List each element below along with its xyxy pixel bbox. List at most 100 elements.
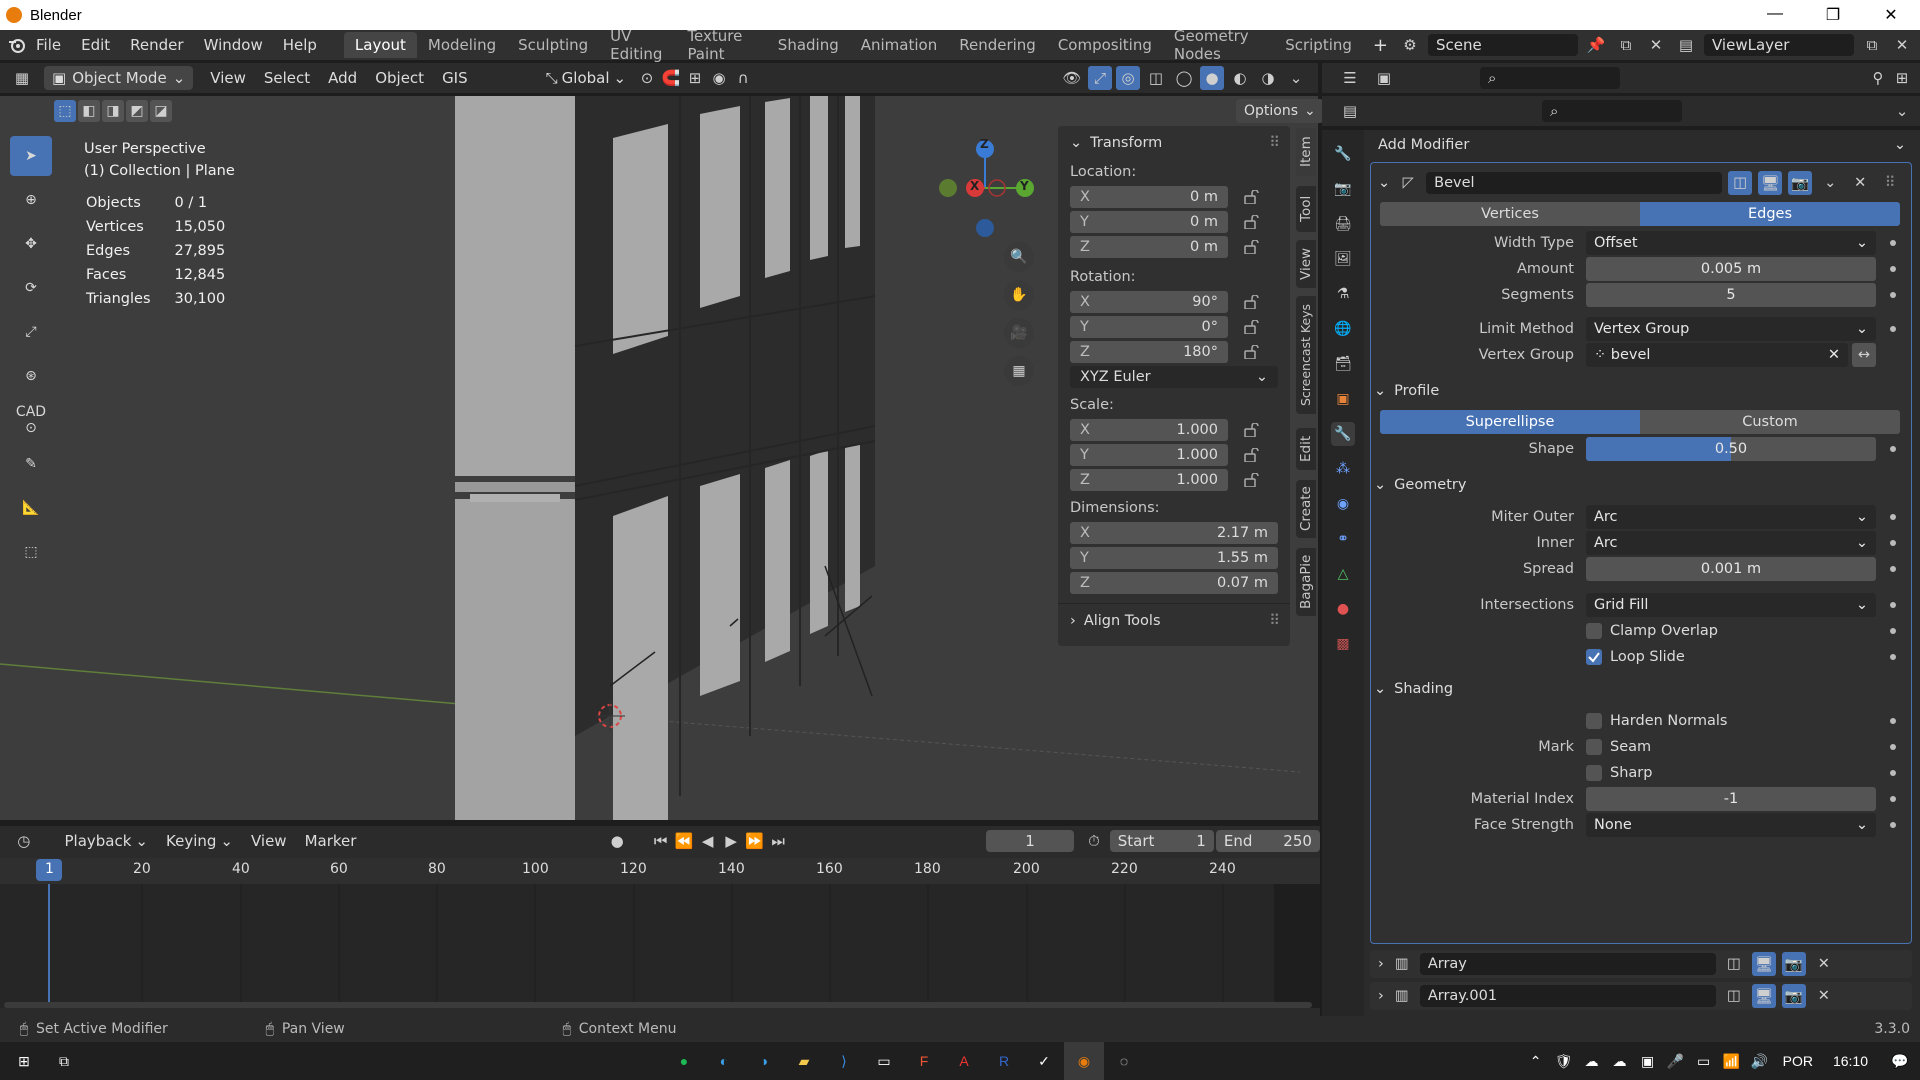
lock-icon[interactable] bbox=[1244, 447, 1260, 462]
drag-handle-icon[interactable]: ⠿ bbox=[1269, 135, 1290, 151]
tab-sculpting[interactable]: Sculpting bbox=[507, 32, 599, 58]
profile-section-header[interactable]: ⌄ Profile bbox=[1374, 376, 1910, 406]
lock-icon[interactable] bbox=[1244, 214, 1260, 229]
scale-y-field[interactable]: Y 1.000 bbox=[1070, 444, 1228, 466]
keyframe-dot-icon[interactable] bbox=[1890, 628, 1896, 634]
modifier-name-input[interactable]: Bevel bbox=[1426, 172, 1723, 194]
record-icon[interactable]: ● bbox=[605, 829, 628, 853]
play-icon[interactable]: ▶ bbox=[719, 829, 742, 853]
shading-options-icon[interactable]: ⌄ bbox=[1284, 66, 1308, 90]
falloff-icon[interactable]: ∩ bbox=[731, 66, 755, 90]
rotate-tool[interactable]: ⟳ bbox=[10, 268, 52, 308]
realtime-toggle-icon[interactable]: 🖥 bbox=[1751, 952, 1776, 976]
material-icon[interactable]: ● bbox=[1331, 597, 1355, 621]
tab-bagapie[interactable]: BagaPie bbox=[1296, 548, 1316, 616]
task-view-icon[interactable]: ⧉ bbox=[44, 1042, 84, 1080]
object-icon[interactable]: ▣ bbox=[1331, 387, 1355, 411]
lock-icon[interactable] bbox=[1244, 472, 1260, 487]
orientation-dropdown[interactable]: ⤡ Global ⌄ bbox=[537, 69, 635, 87]
harden-normals-checkbox[interactable]: Harden Normals bbox=[1586, 713, 1876, 729]
transform-tool[interactable]: ⊛ bbox=[10, 356, 52, 396]
tab-shading[interactable]: Shading bbox=[767, 32, 850, 58]
menu-view[interactable]: View bbox=[201, 69, 255, 87]
mark-seam-checkbox[interactable]: Seam bbox=[1586, 739, 1876, 755]
new-viewlayer-icon[interactable]: ⧉ bbox=[1860, 33, 1884, 57]
keyframe-dot-icon[interactable] bbox=[1890, 326, 1896, 332]
particles-icon[interactable]: ⁂ bbox=[1331, 457, 1355, 481]
visibility-icon[interactable]: 👁 bbox=[1060, 66, 1084, 90]
world-icon[interactable]: 🌐 bbox=[1331, 317, 1355, 341]
chevron-right-icon[interactable]: › bbox=[1378, 956, 1384, 972]
render-toggle-icon[interactable]: 📷 bbox=[1788, 171, 1813, 195]
drag-handle-icon[interactable]: ⠿ bbox=[1878, 171, 1902, 195]
tab-rendering[interactable]: Rendering bbox=[948, 32, 1047, 58]
mark-sharp-checkbox[interactable]: Sharp bbox=[1586, 765, 1876, 781]
affect-edges-button[interactable]: Edges bbox=[1640, 202, 1900, 226]
snap-icon[interactable]: 🧲 bbox=[659, 66, 683, 90]
device-icon[interactable]: ▣ bbox=[1635, 1042, 1661, 1080]
start-frame-field[interactable]: Start 1 bbox=[1109, 830, 1214, 852]
render-icon[interactable]: 📷 bbox=[1331, 177, 1355, 201]
options-dropdown[interactable]: Options ⌄ bbox=[1236, 99, 1324, 123]
dimensions-x-field[interactable]: X 2.17 m bbox=[1070, 522, 1278, 544]
proportional-edit-icon[interactable]: ◉ bbox=[707, 66, 731, 90]
autocad-icon[interactable]: A bbox=[944, 1042, 984, 1080]
scale-z-field[interactable]: Z 1.000 bbox=[1070, 469, 1228, 491]
remove-viewlayer-icon[interactable]: ✕ bbox=[1890, 33, 1914, 57]
limit-method-dropdown[interactable]: Vertex Group ⌄ bbox=[1586, 317, 1876, 341]
remove-modifier-icon[interactable]: ✕ bbox=[1812, 984, 1836, 1008]
edit-mode-toggle-icon[interactable]: ◫ bbox=[1722, 952, 1746, 976]
vscode-icon[interactable]: ⟩ bbox=[824, 1042, 864, 1080]
snap-target-icon[interactable]: ⊞ bbox=[683, 66, 707, 90]
next-keyframe-icon[interactable]: ⏩ bbox=[743, 829, 766, 853]
realtime-toggle-icon[interactable]: 🖥 bbox=[1751, 984, 1776, 1008]
outliner-search-input[interactable]: ⌕ bbox=[1480, 67, 1620, 89]
chevron-right-icon[interactable]: › bbox=[1378, 988, 1384, 1004]
timeline-ruler[interactable]: 1 20 40 60 80 100 120 140 160 180 200 22… bbox=[0, 858, 1320, 884]
miter-outer-dropdown[interactable]: Arc ⌄ bbox=[1586, 505, 1876, 529]
add-workspace-icon[interactable]: + bbox=[1363, 35, 1398, 56]
file-explorer-icon[interactable]: ▰ bbox=[784, 1042, 824, 1080]
gizmo-toggle-icon[interactable]: ⤢ bbox=[1088, 66, 1112, 90]
edit-mode-toggle-icon[interactable]: ◫ bbox=[1722, 984, 1746, 1008]
face-strength-dropdown[interactable]: None ⌄ bbox=[1586, 813, 1876, 837]
new-scene-icon[interactable]: ⧉ bbox=[1614, 33, 1638, 57]
rotation-z-field[interactable]: Z 180° bbox=[1070, 341, 1228, 363]
viewlayer-name-field[interactable]: ViewLayer bbox=[1704, 34, 1854, 56]
tab-scripting[interactable]: Scripting bbox=[1274, 32, 1363, 58]
revit-icon[interactable]: R bbox=[984, 1042, 1024, 1080]
current-frame-field[interactable]: 1 bbox=[985, 830, 1075, 852]
tab-view[interactable]: View bbox=[1296, 240, 1316, 288]
solid-shading-icon[interactable]: ● bbox=[1200, 66, 1224, 90]
edge-beta-icon[interactable]: ◑ bbox=[744, 1042, 784, 1080]
jump-end-icon[interactable]: ⏭ bbox=[766, 829, 789, 853]
clamp-overlap-checkbox[interactable]: Clamp Overlap bbox=[1586, 623, 1876, 639]
loop-slide-checkbox[interactable]: Loop Slide bbox=[1586, 649, 1876, 665]
menu-help[interactable]: Help bbox=[273, 36, 327, 54]
keyframe-dot-icon[interactable] bbox=[1890, 240, 1896, 246]
outliner-editor-icon[interactable]: ☰ bbox=[1338, 66, 1362, 90]
location-x-field[interactable]: X0 m bbox=[1070, 186, 1228, 208]
properties-search-input[interactable]: ⌕ bbox=[1542, 100, 1682, 122]
new-collection-icon[interactable]: ⊞ bbox=[1890, 66, 1914, 90]
mode-dropdown[interactable]: ▣ Object Mode ⌄ bbox=[44, 66, 194, 90]
grid-perspective-icon[interactable]: ▦ bbox=[1004, 356, 1034, 386]
vertex-group-field[interactable]: ⁘ bevel ✕ bbox=[1586, 343, 1848, 367]
defender-icon[interactable]: 🛡 bbox=[1551, 1042, 1577, 1080]
clock-icon[interactable]: ◷ bbox=[12, 829, 35, 853]
menu-keying[interactable]: Keying ⌄ bbox=[157, 832, 242, 850]
pivot-icon[interactable]: ⊙ bbox=[635, 66, 659, 90]
lock-icon[interactable] bbox=[1244, 422, 1260, 437]
keyframe-dot-icon[interactable] bbox=[1890, 540, 1896, 546]
select-extend-icon[interactable]: ◧ bbox=[78, 100, 100, 122]
cloud-icon[interactable]: ☁ bbox=[1607, 1042, 1633, 1080]
language-indicator[interactable]: POR bbox=[1775, 1053, 1821, 1069]
move-tool[interactable]: ✥ bbox=[10, 224, 52, 264]
add-cube-tool[interactable]: ⬚ bbox=[10, 532, 52, 572]
menu-file[interactable]: File bbox=[26, 36, 71, 54]
obs-icon[interactable]: ◌ bbox=[1104, 1042, 1144, 1080]
notifications-icon[interactable]: 💬 bbox=[1880, 1042, 1920, 1080]
keyframe-dot-icon[interactable] bbox=[1890, 602, 1896, 608]
filter-icon[interactable]: ⚲ bbox=[1866, 66, 1890, 90]
collection-icon[interactable]: 🗃 bbox=[1331, 352, 1355, 376]
